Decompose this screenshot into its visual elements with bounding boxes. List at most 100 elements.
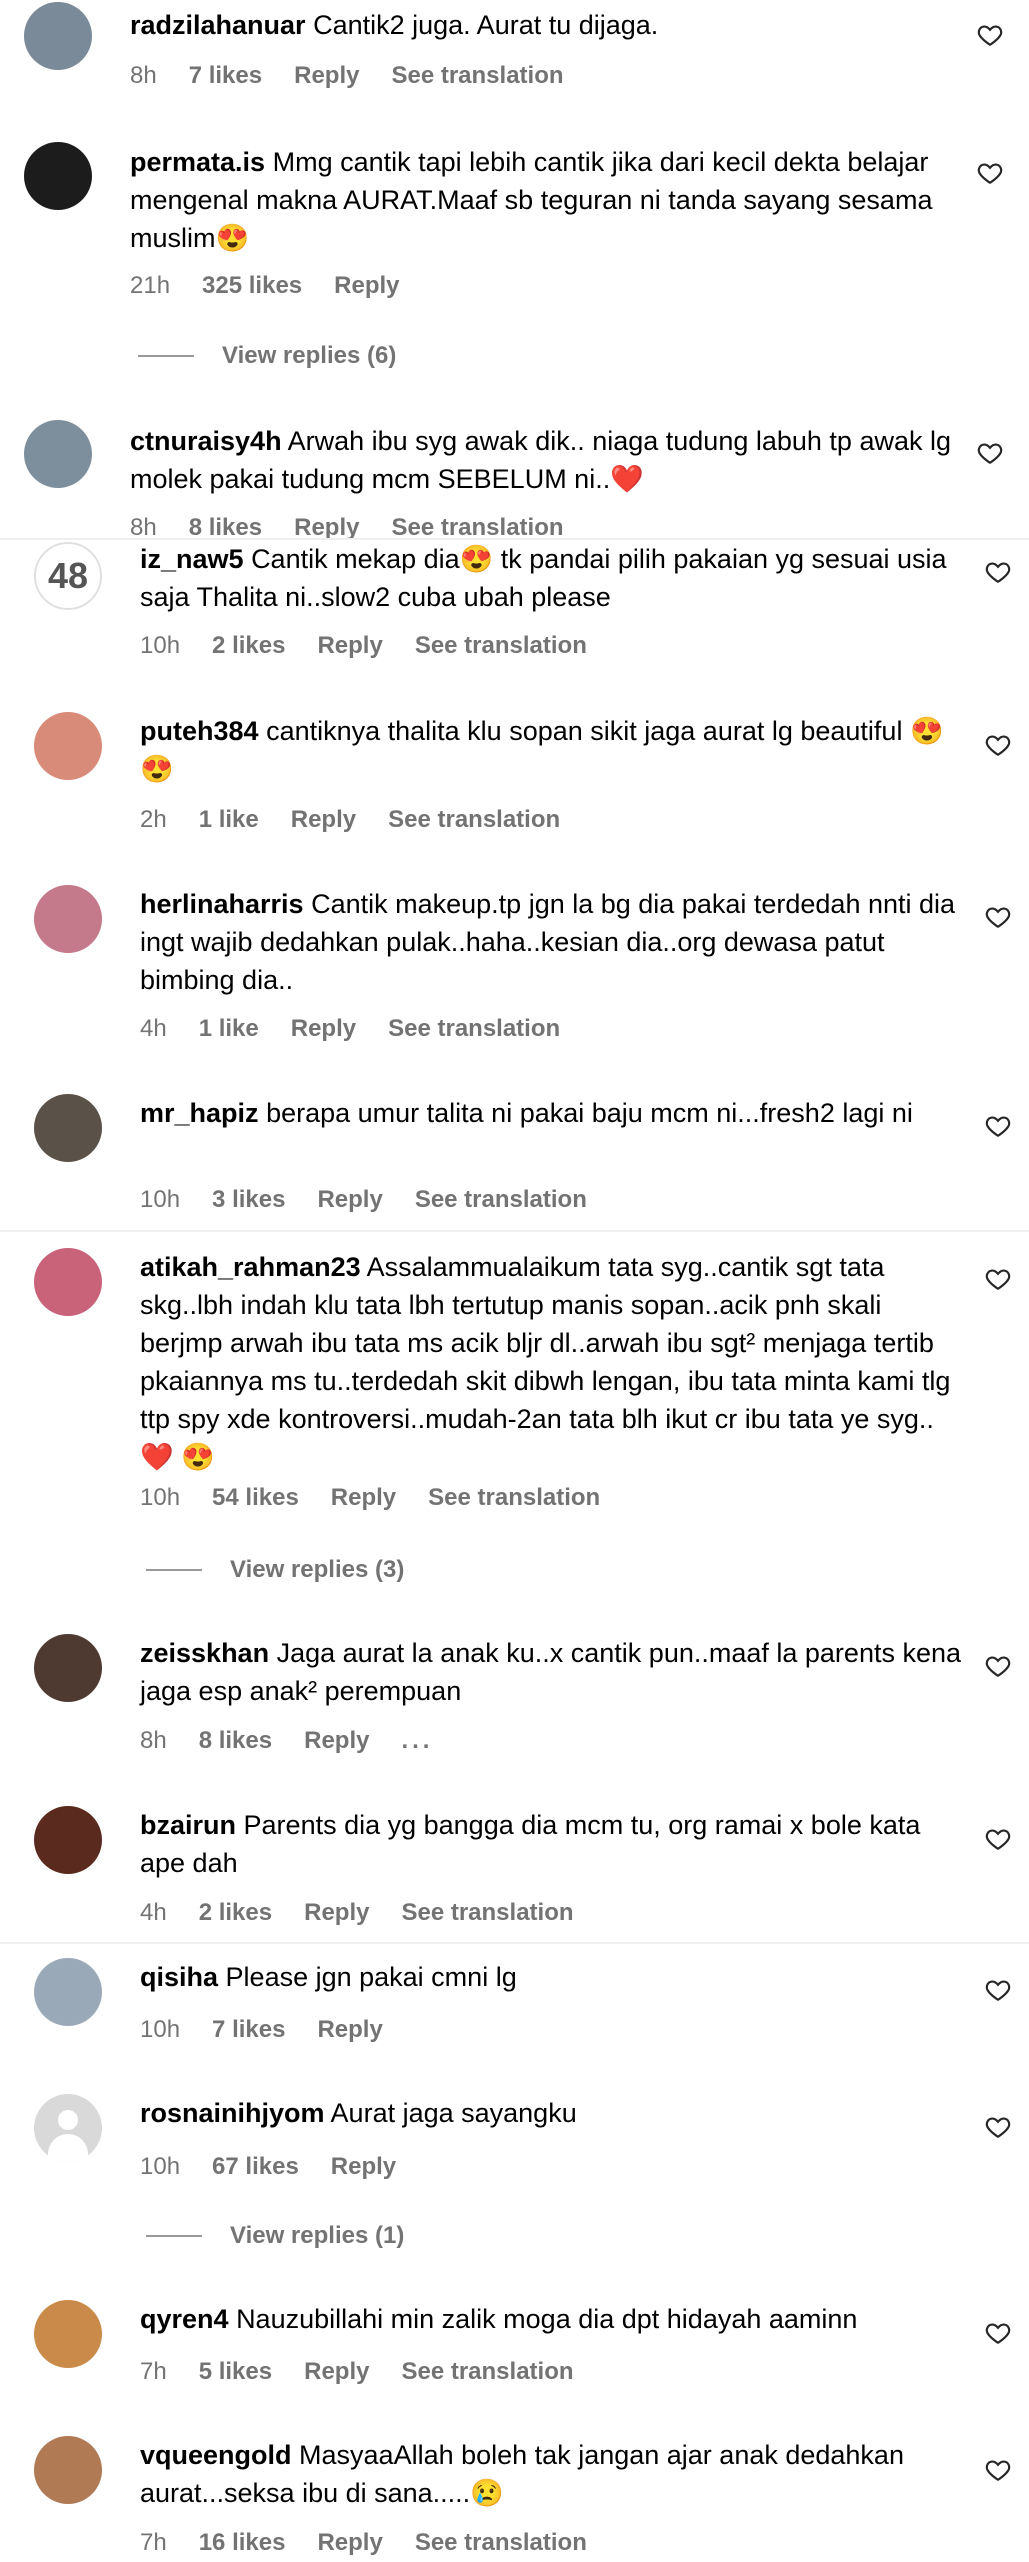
avatar[interactable] — [34, 2300, 102, 2368]
heart-icon[interactable] — [985, 1653, 1011, 1679]
comment-username[interactable]: puteh384 — [140, 716, 259, 746]
likes-count[interactable]: 2 likes — [199, 1899, 272, 1927]
avatar[interactable] — [24, 142, 92, 210]
heart-icon[interactable] — [985, 1977, 1011, 2003]
comment-text: Parents dia yg bangga dia mcm tu, org ra… — [140, 1810, 921, 1878]
comment-time: 10h — [140, 1484, 181, 1511]
see-translation-button[interactable]: See translation — [401, 2358, 573, 2386]
comment-username[interactable]: permata.is — [130, 147, 265, 177]
comment-text: Please jgn pakai cmni lg — [225, 1962, 517, 1992]
reply-button[interactable]: Reply — [317, 632, 382, 660]
reply-button[interactable]: Reply — [317, 2529, 382, 2557]
likes-count[interactable]: 3 likes — [212, 1186, 285, 1214]
comment-time: 10h — [140, 2016, 181, 2043]
comment-username[interactable]: qisiha — [140, 1962, 218, 1992]
comment-username[interactable]: herlinaharris — [140, 889, 304, 919]
avatar[interactable] — [34, 885, 102, 953]
comment-text: Cantik mekap dia😍 tk pandai pilih pakaia… — [140, 544, 947, 612]
heart-icon[interactable] — [977, 440, 1003, 466]
comment-text: Nauzubillahi min zalik moga dia dpt hida… — [236, 2304, 858, 2334]
comment-text: berapa umur talita ni pakai baju mcm ni.… — [266, 1098, 913, 1128]
avatar[interactable] — [34, 1958, 102, 2026]
avatar[interactable] — [34, 1094, 102, 1162]
comment-username[interactable]: mr_hapiz — [140, 1098, 259, 1128]
heart-icon[interactable] — [985, 559, 1011, 585]
heart-icon[interactable] — [985, 2114, 1011, 2140]
heart-icon[interactable] — [985, 1266, 1011, 1292]
heart-icon[interactable] — [977, 22, 1003, 48]
avatar[interactable] — [34, 712, 102, 780]
likes-count[interactable]: 5 likes — [199, 2358, 272, 2386]
comment-username[interactable]: atikah_rahman23 — [140, 1252, 361, 1282]
see-translation-button[interactable]: See translation — [415, 2529, 587, 2557]
heart-icon[interactable] — [985, 732, 1011, 758]
view-replies-button[interactable]: View replies (3) — [230, 1556, 404, 1584]
heart-icon[interactable] — [985, 904, 1011, 930]
view-replies-button[interactable]: View replies (6) — [222, 342, 396, 370]
avatar[interactable] — [34, 1248, 102, 1316]
comment-username[interactable]: qyren4 — [140, 2304, 229, 2334]
view-replies-button[interactable]: View replies (1) — [230, 2222, 404, 2250]
see-translation-button[interactable]: See translation — [415, 1186, 587, 1214]
likes-count[interactable]: 7 likes — [212, 2016, 285, 2044]
comment-time: 10h — [140, 632, 181, 659]
comment-username[interactable]: vqueengold — [140, 2440, 292, 2470]
reply-button[interactable]: Reply — [304, 2358, 369, 2386]
heart-icon[interactable] — [985, 1113, 1011, 1139]
comment-username[interactable]: bzairun — [140, 1810, 236, 1840]
comment-username[interactable]: radzilahanuar — [130, 10, 306, 40]
avatar[interactable] — [34, 2094, 102, 2162]
avatar[interactable] — [34, 2436, 102, 2504]
more-options-icon[interactable]: ... — [401, 1727, 433, 1755]
likes-count[interactable]: 1 like — [199, 1015, 259, 1043]
likes-count[interactable]: 7 likes — [189, 62, 262, 90]
replies-line — [138, 355, 194, 357]
see-translation-button[interactable]: See translation — [415, 632, 587, 660]
reply-button[interactable]: Reply — [304, 1899, 369, 1927]
see-translation-button[interactable]: See translation — [401, 1899, 573, 1927]
reply-button[interactable]: Reply — [317, 2016, 382, 2044]
comment-time: 10h — [140, 1186, 181, 1213]
see-translation-button[interactable]: See translation — [428, 1484, 600, 1512]
replies-line — [146, 2235, 202, 2237]
see-translation-button[interactable]: See translation — [391, 62, 563, 90]
heart-icon[interactable] — [985, 2320, 1011, 2346]
comment-username[interactable]: rosnainihjyom — [140, 2098, 325, 2128]
comment-username[interactable]: iz_naw5 — [140, 544, 244, 574]
comment-username[interactable]: ctnuraisy4h — [130, 426, 282, 456]
replies-line — [146, 1569, 202, 1571]
avatar[interactable] — [34, 1806, 102, 1874]
reply-button[interactable]: Reply — [317, 1186, 382, 1214]
reply-button[interactable]: Reply — [331, 2153, 396, 2181]
reply-button[interactable]: Reply — [291, 1015, 356, 1043]
reply-button[interactable]: Reply — [291, 806, 356, 834]
avatar[interactable] — [24, 2, 92, 70]
likes-count[interactable]: 67 likes — [212, 2153, 299, 2181]
likes-count[interactable]: 325 likes — [202, 272, 302, 300]
likes-count[interactable]: 8 likes — [199, 1727, 272, 1755]
heart-icon[interactable] — [985, 1826, 1011, 1852]
likes-count[interactable]: 1 like — [199, 806, 259, 834]
see-translation-button[interactable]: See translation — [388, 1015, 560, 1043]
comment-time: 8h — [140, 1727, 167, 1754]
avatar[interactable]: 48 — [34, 542, 102, 610]
reply-button[interactable]: Reply — [294, 62, 359, 90]
reply-button[interactable]: Reply — [331, 1484, 396, 1512]
comment-time: 10h — [140, 2153, 181, 2180]
comment-time: 4h — [140, 1015, 167, 1042]
likes-count[interactable]: 2 likes — [212, 632, 285, 660]
panel-background — [0, 538, 1029, 2562]
comment-username[interactable]: zeisskhan — [140, 1638, 269, 1668]
likes-count[interactable]: 54 likes — [212, 1484, 299, 1512]
reply-button[interactable]: Reply — [304, 1727, 369, 1755]
comment-time: 8h — [130, 62, 157, 89]
heart-icon[interactable] — [977, 160, 1003, 186]
comment-time: 7h — [140, 2358, 167, 2385]
reply-button[interactable]: Reply — [334, 272, 399, 300]
comment-text: Assalammualaikum tata syg..cantik sgt ta… — [140, 1252, 951, 1472]
likes-count[interactable]: 16 likes — [199, 2529, 286, 2557]
avatar[interactable] — [34, 1634, 102, 1702]
heart-icon[interactable] — [985, 2457, 1011, 2483]
see-translation-button[interactable]: See translation — [388, 806, 560, 834]
avatar[interactable] — [24, 420, 92, 488]
